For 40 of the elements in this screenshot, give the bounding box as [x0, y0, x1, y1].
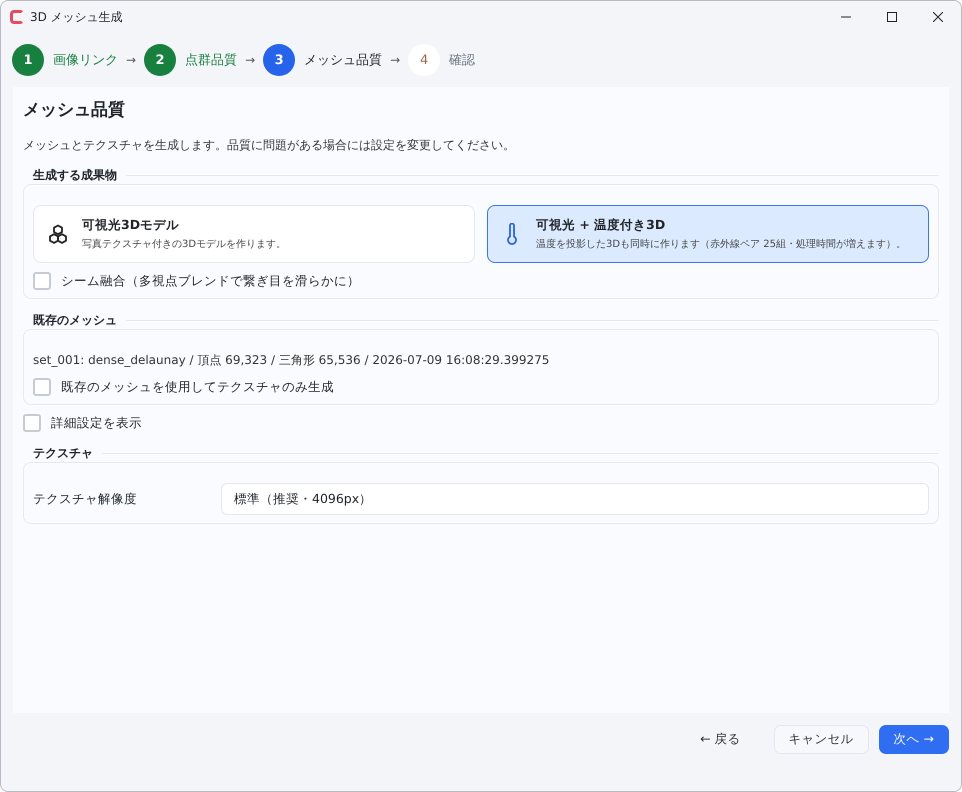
output-option-card[interactable]: 可視光3Dモデル 写真テクスチャ付きの3Dモデルを作ります。 — [33, 205, 475, 263]
group-legend: 既存のメッシュ — [23, 312, 126, 328]
step-number[interactable]: 3 — [263, 44, 296, 76]
step-label[interactable]: 確認 — [449, 51, 476, 69]
step-label[interactable]: 画像リンク — [53, 51, 118, 69]
option-title: 可視光 + 温度付き3D — [536, 217, 666, 234]
next-button[interactable]: 次へ → — [878, 725, 949, 754]
thermometer-icon — [506, 223, 518, 245]
step-arrow: → — [126, 53, 136, 67]
step-number[interactable]: 2 — [144, 44, 176, 76]
checkbox-label[interactable]: 詳細設定を表示 — [51, 414, 142, 432]
checkbox[interactable] — [33, 378, 51, 396]
step-number[interactable]: 4 — [408, 44, 440, 76]
field-label: テクスチャ解像度 — [33, 490, 138, 508]
step-number[interactable]: 1 — [12, 44, 44, 76]
option-title: 可視光3Dモデル — [82, 217, 180, 234]
close-icon[interactable] — [933, 12, 943, 22]
step-arrow: → — [245, 53, 256, 67]
maximize-icon[interactable] — [887, 12, 897, 22]
checkbox[interactable] — [23, 414, 41, 432]
checkbox-label[interactable]: シーム融合（多視点ブレンドで繋ぎ目を滑らかに） — [61, 272, 360, 290]
mesh-info: set_001: dense_delaunay / 頂点 69,323 / 三角形 65,536 / 2026-07-09 16:08:29.399275 — [33, 352, 550, 369]
window-title: 3D メッシュ生成 — [30, 8, 123, 26]
page-description: メッシュとテクスチャを生成します。品質に問題がある場合には設定を変更してください。 — [23, 137, 516, 154]
group-legend: 生成する成果物 — [23, 166, 126, 184]
step-arrow: → — [390, 53, 400, 67]
step-label[interactable]: 点群品質 — [185, 51, 238, 69]
option-description: 温度を投影した3Dも同時に作ります（赤外線ペア 25組・処理時間が増えます）。 — [536, 238, 906, 251]
checkbox-label[interactable]: 既存のメッシュを使用してテクスチャのみ生成 — [61, 378, 334, 396]
step-label[interactable]: メッシュ品質 — [304, 51, 382, 69]
app-logo-icon — [10, 10, 24, 24]
group-legend: テクスチャ — [23, 444, 102, 462]
output-option-card[interactable]: 可視光 + 温度付き3D 温度を投影した3Dも同時に作ります（赤外線ペア 25組・処理時間が増えます）。 — [487, 205, 929, 263]
page-title: メッシュ品質 — [23, 99, 126, 121]
option-description: 写真テクスチャ付きの3Dモデルを作ります。 — [82, 238, 286, 251]
resolution-field[interactable]: 標準（推奨・4096px） — [221, 483, 929, 515]
checkbox[interactable] — [33, 272, 51, 290]
cubes-icon — [48, 224, 68, 244]
back-button[interactable]: ← 戻る — [685, 725, 756, 754]
cancel-button[interactable]: キャンセル — [774, 725, 869, 754]
